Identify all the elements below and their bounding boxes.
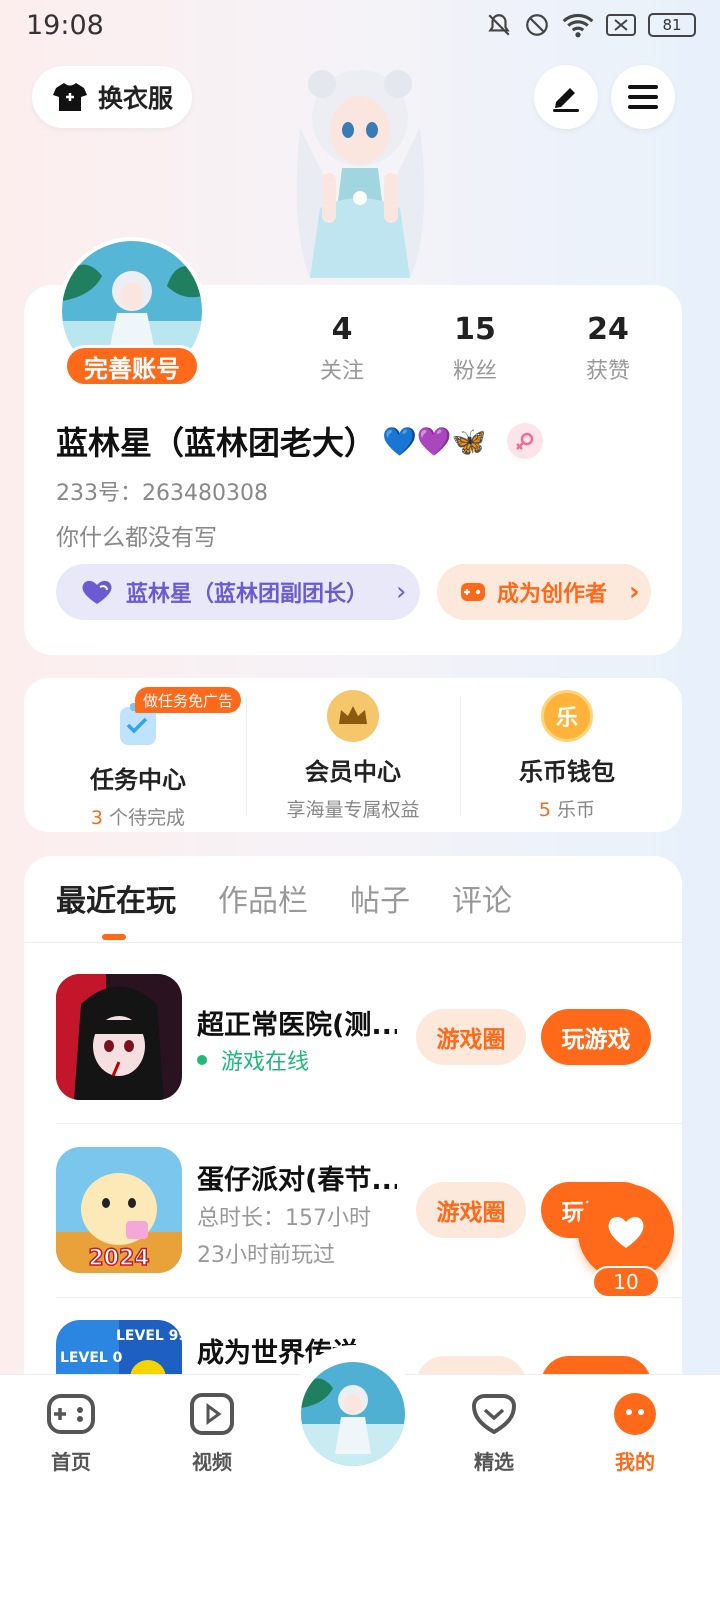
- task-center-title: 任务中心: [90, 766, 186, 794]
- year-label: 2024: [88, 1246, 149, 1271]
- status-time: 19:08: [26, 10, 104, 41]
- crown-icon: [327, 690, 379, 742]
- game-online-status: 游戏在线: [197, 1044, 309, 1076]
- stat-following[interactable]: 4 关注: [282, 312, 402, 385]
- game-last-played: 23小时前玩过: [197, 1243, 335, 1268]
- change-outfit-label: 换衣服: [98, 84, 174, 113]
- online-dot-icon: [197, 1055, 207, 1065]
- game-playtime: 总时长：157小时: [197, 1206, 371, 1231]
- stat-likes-value: 24: [587, 312, 629, 347]
- no-ads-tag: 做任务免广告: [135, 687, 242, 713]
- play-game-button[interactable]: 玩游戏: [541, 1009, 651, 1065]
- avatar-character-figure[interactable]: [260, 48, 460, 288]
- game-title[interactable]: 超正常医院(测...: [197, 1003, 397, 1042]
- nav-home-label: 首页: [51, 1450, 91, 1474]
- game-title[interactable]: 蛋仔派对(春节...: [197, 1158, 397, 1197]
- online-status-label: 游戏在线: [221, 1050, 310, 1075]
- divider: [24, 942, 682, 943]
- tab-recently-played[interactable]: 最近在玩: [56, 876, 176, 920]
- username-text: 蓝林星（蓝林团老大）: [56, 424, 377, 462]
- nav-avatar-center[interactable]: [298, 1359, 408, 1469]
- username-emojis: 💙💜🦋: [382, 424, 487, 458]
- game-circle-button[interactable]: 游戏圈: [416, 1009, 526, 1065]
- shirt-icon: [53, 83, 87, 111]
- pen-icon: [553, 88, 579, 112]
- coin-icon: 乐: [541, 690, 593, 742]
- task-center-sub: 3 个待完成: [90, 807, 186, 829]
- gamepad-plus-icon: [461, 583, 485, 601]
- chevron-right-icon: ›: [396, 577, 407, 607]
- stat-likes[interactable]: 24 获赞: [548, 312, 668, 385]
- heart-shield-icon: [471, 1394, 517, 1435]
- menu-icon: [628, 85, 658, 109]
- divider: [56, 1297, 682, 1298]
- complete-account-badge[interactable]: 完善账号: [64, 345, 200, 387]
- level-max-label: LEVEL 999: [116, 1328, 182, 1344]
- game-icon[interactable]: 2024: [56, 1147, 182, 1273]
- group-title-button[interactable]: 蓝林星（蓝林团副团长） ›: [56, 564, 420, 620]
- do-not-disturb-icon: [526, 14, 548, 36]
- edit-button[interactable]: [534, 65, 598, 129]
- vip-center[interactable]: 会员中心 享海量专属权益: [247, 690, 459, 821]
- nav-home[interactable]: 首页: [31, 1392, 111, 1475]
- tab-comments[interactable]: 评论: [452, 876, 512, 920]
- coin-wallet-sub: 5 乐币: [538, 799, 596, 821]
- heart-icon: [608, 1216, 644, 1248]
- nav-featured-label: 精选: [474, 1450, 514, 1474]
- coin-wallet-title: 乐币钱包: [519, 758, 615, 786]
- username: 蓝林星（蓝林团老大） 💙💜🦋: [56, 418, 543, 464]
- coin-wallet[interactable]: 乐 乐币钱包 5 乐币: [461, 690, 673, 821]
- purple-heart-icon: [82, 580, 112, 604]
- menu-button[interactable]: [611, 65, 675, 129]
- game-circle-button[interactable]: 游戏圈: [416, 1182, 526, 1238]
- nav-video-label: 视频: [192, 1450, 232, 1474]
- stat-followers-label: 粉丝: [452, 359, 497, 384]
- user-bio[interactable]: 你什么都没有写: [56, 518, 217, 552]
- stat-following-value: 4: [331, 312, 353, 347]
- gamepad-icon: [47, 1394, 95, 1434]
- battery-indicator: 81: [648, 13, 696, 37]
- status-icons: 81: [486, 12, 696, 38]
- become-creator-label: 成为创作者: [497, 582, 608, 607]
- face-icon: [614, 1393, 656, 1435]
- become-creator-button[interactable]: 成为创作者 ›: [437, 564, 651, 620]
- wifi-icon: [562, 13, 594, 38]
- chevron-right-icon: ›: [629, 577, 640, 607]
- stat-likes-label: 获赞: [585, 359, 630, 384]
- stat-followers-value: 15: [454, 312, 496, 347]
- vip-center-title: 会员中心: [305, 758, 401, 786]
- sim-off-icon: [606, 14, 636, 36]
- tab-works[interactable]: 作品栏: [218, 876, 308, 920]
- stat-following-label: 关注: [319, 359, 364, 384]
- vip-center-sub: 享海量专属权益: [286, 799, 420, 821]
- like-count-badge: 10: [592, 1266, 660, 1298]
- stat-followers[interactable]: 15 粉丝: [415, 312, 535, 385]
- video-play-icon: [190, 1393, 234, 1435]
- divider: [56, 1123, 682, 1124]
- nav-me[interactable]: 我的: [595, 1392, 675, 1475]
- nav-featured[interactable]: 精选: [454, 1392, 534, 1475]
- active-tab-indicator: [102, 934, 126, 940]
- nav-me-label: 我的: [615, 1450, 655, 1474]
- nav-video[interactable]: 视频: [172, 1392, 252, 1475]
- game-icon[interactable]: [56, 974, 182, 1100]
- female-gender-icon: [506, 423, 543, 459]
- bell-off-icon: [488, 14, 510, 36]
- user-id: 233号：263480308: [56, 481, 268, 506]
- tab-posts[interactable]: 帖子: [350, 876, 410, 920]
- group-title-label: 蓝林星（蓝林团副团长）: [126, 582, 369, 607]
- change-outfit-button[interactable]: 换衣服: [32, 66, 192, 128]
- level-zero-label: LEVEL 0: [60, 1350, 123, 1366]
- content-tabs: 最近在玩 作品栏 帖子 评论: [56, 876, 512, 920]
